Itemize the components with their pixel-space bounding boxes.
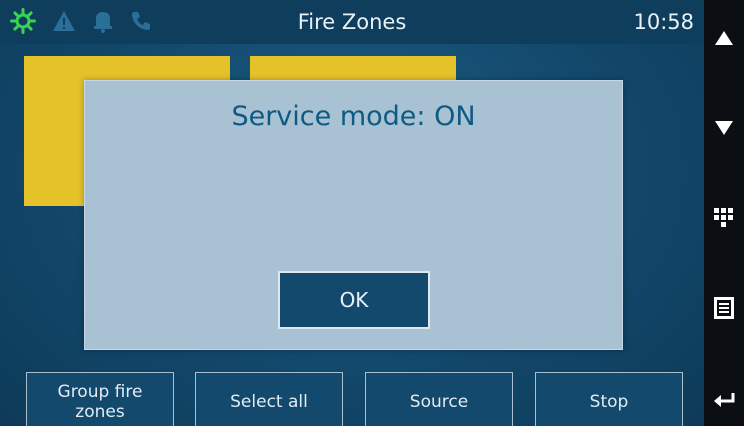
scroll-down-button[interactable] xyxy=(704,108,744,148)
back-button[interactable] xyxy=(704,380,744,420)
keypad-button[interactable] xyxy=(704,198,744,238)
page-title: Fire Zones xyxy=(297,10,407,34)
hardware-sidebar xyxy=(704,0,744,426)
source-button[interactable]: Source xyxy=(365,372,513,426)
back-icon xyxy=(714,393,735,407)
clock: 10:58 xyxy=(633,10,694,34)
status-bar: Fire Zones 10:58 xyxy=(0,0,704,44)
dialog-message: Service mode: ON xyxy=(231,101,476,132)
arrow-down-icon xyxy=(715,121,733,135)
group-fire-zones-label: Group fire zones xyxy=(57,382,143,422)
display-screen: Fire Zones 10:58 Service mode: ON OK Gro… xyxy=(0,0,704,426)
select-all-button[interactable]: Select all xyxy=(195,372,343,426)
list-button[interactable] xyxy=(704,288,744,328)
group-fire-zones-button[interactable]: Group fire zones xyxy=(26,372,174,426)
arrow-up-icon xyxy=(715,31,733,45)
service-mode-dialog: Service mode: ON OK xyxy=(84,80,623,350)
ok-button[interactable]: OK xyxy=(278,271,430,329)
scroll-up-button[interactable] xyxy=(704,18,744,58)
stop-button[interactable]: Stop xyxy=(535,372,683,426)
keypad-icon xyxy=(714,208,733,227)
list-icon xyxy=(714,297,734,319)
